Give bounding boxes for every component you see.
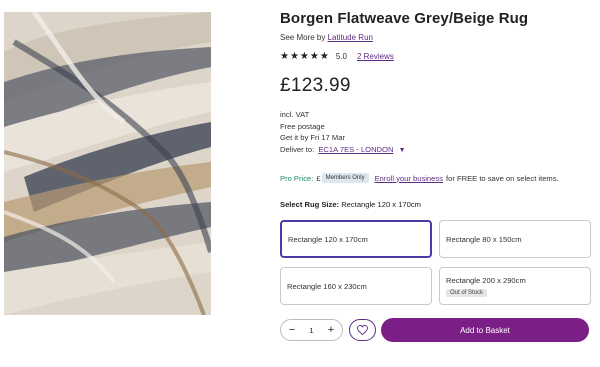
add-to-basket-button[interactable]: Add to Basket	[381, 318, 589, 342]
size-heading-label: Select Rug Size:	[280, 200, 340, 209]
deliver-label: Deliver to:	[280, 144, 315, 154]
product-image[interactable]	[4, 12, 211, 315]
size-option-label: Rectangle 80 x 150cm	[446, 234, 522, 244]
size-option-160x230[interactable]: Rectangle 160 x 230cm	[280, 267, 432, 305]
reviews-link[interactable]: 2 Reviews	[357, 52, 394, 61]
pro-price-row: Pro Price: £ Members Only Enroll your bu…	[280, 173, 559, 183]
size-option-120x170[interactable]: Rectangle 120 x 170cm	[280, 220, 432, 258]
size-option-label: Rectangle 160 x 230cm	[287, 281, 367, 291]
vat-text: incl. VAT	[280, 110, 310, 119]
decrease-quantity-button[interactable]: −	[287, 325, 297, 336]
wishlist-button[interactable]	[349, 319, 376, 341]
rating-value: 5.0	[335, 52, 347, 61]
rug-image	[4, 12, 211, 315]
chevron-down-icon[interactable]: ▼	[399, 147, 406, 154]
shipping-details: incl. VAT Free postage Get it by Fri 17 …	[280, 109, 592, 156]
see-more-prefix: See More by	[280, 33, 326, 42]
purchase-row: − 1 + Add to Basket	[280, 318, 592, 344]
size-option-200x290[interactable]: Rectangle 200 x 290cm Out of Stock	[439, 267, 591, 305]
size-option-label: Rectangle 120 x 170cm	[288, 234, 368, 244]
size-options: Rectangle 120 x 170cm Rectangle 80 x 150…	[280, 220, 592, 310]
postcode-link[interactable]: EC1A 7ES - LONDON	[318, 145, 393, 154]
product-info: Borgen Flatweave Grey/Beige Rug See More…	[280, 10, 592, 342]
increase-quantity-button[interactable]: +	[326, 325, 336, 336]
enroll-business-link[interactable]: Enroll your business	[375, 174, 443, 183]
size-selected-value: Rectangle 120 x 170cm	[341, 200, 421, 209]
see-more-line: See More by Latitude Run	[280, 33, 592, 42]
size-option-80x150[interactable]: Rectangle 80 x 150cm	[439, 220, 591, 258]
rating-row: ★★★★★ 5.0 2 Reviews	[280, 51, 592, 62]
size-option-label: Rectangle 200 x 290cm	[446, 275, 526, 285]
star-icon: ★★★★★	[280, 51, 330, 62]
quantity-value[interactable]: 1	[309, 326, 313, 335]
pro-price-label: Pro Price:	[280, 173, 314, 183]
members-only-badge: Members Only	[321, 173, 369, 183]
product-title: Borgen Flatweave Grey/Beige Rug	[280, 10, 529, 27]
quantity-stepper: − 1 +	[280, 319, 343, 341]
out-of-stock-badge: Out of Stock	[446, 288, 488, 297]
deliver-to-row: Deliver to: EC1A 7ES - LONDON ▼	[280, 144, 592, 157]
size-heading: Select Rug Size: Rectangle 120 x 170cm	[280, 200, 421, 209]
pro-price-value: £	[316, 173, 321, 183]
brand-link[interactable]: Latitude Run	[328, 33, 373, 42]
delivery-date: Get it by Fri 17 Mar	[280, 133, 345, 142]
postage-text: Free postage	[280, 121, 325, 131]
heart-icon	[357, 325, 368, 335]
pro-price-suffix: for FREE to save on select items.	[445, 173, 559, 183]
price: £123.99	[280, 75, 351, 96]
